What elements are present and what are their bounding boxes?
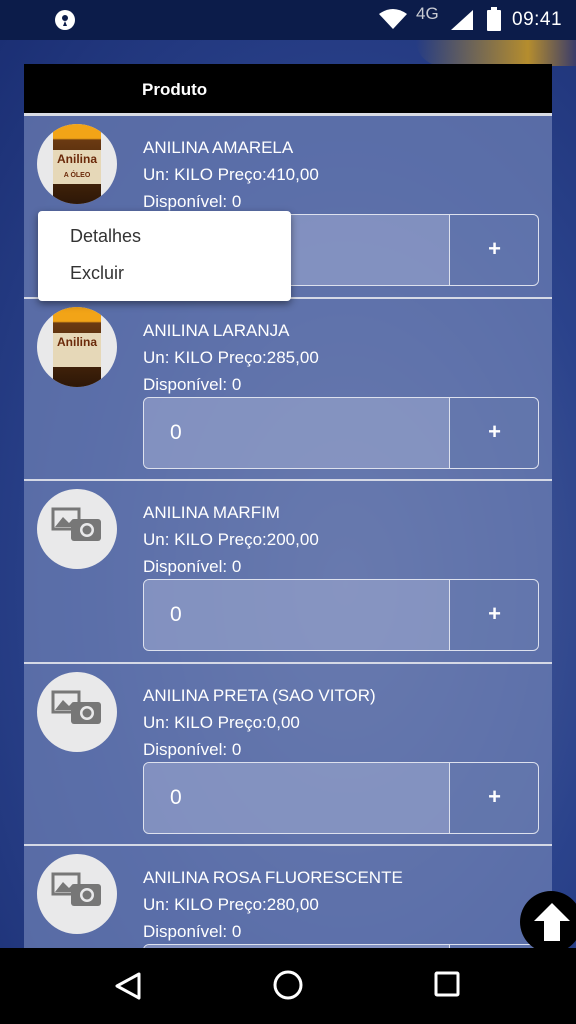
- wifi-icon: [379, 9, 407, 29]
- no-image-icon: [51, 690, 101, 724]
- product-list[interactable]: Produto Anilina A ÓLEO ANILINA AMARELA U…: [24, 64, 552, 948]
- menu-item-excluir[interactable]: Excluir: [38, 255, 291, 292]
- product-name: ANILINA PRETA (SAO VITOR): [143, 685, 376, 705]
- quantity-control: 0 +: [143, 761, 539, 834]
- product-unit-price: Un: KILO Preço:0,00: [143, 712, 300, 732]
- product-image[interactable]: [37, 854, 117, 934]
- add-button[interactable]: +: [449, 215, 538, 285]
- clock: 09:41: [512, 9, 563, 30]
- quantity-control: 0 +: [143, 396, 539, 469]
- background-swoosh: [416, 40, 576, 66]
- list-header: Produto: [24, 64, 552, 116]
- quantity-input[interactable]: 0: [144, 580, 449, 650]
- quantity-input[interactable]: 0: [144, 397, 449, 468]
- product-info: ANILINA ROSA FLUORESCENTE Un: KILO Preço…: [143, 864, 403, 945]
- product-info: ANILINA MARFIM Un: KILO Preço:200,00 Dis…: [143, 499, 319, 580]
- product-unit-price: Un: KILO Preço:280,00: [143, 895, 319, 914]
- product-image[interactable]: [37, 671, 117, 752]
- scroll-top-button[interactable]: [520, 891, 576, 953]
- add-button[interactable]: +: [449, 397, 538, 468]
- product-available: Disponível: 0: [143, 374, 242, 394]
- product-unit-price: Un: KILO Preço:200,00: [143, 530, 319, 549]
- network-type: 4G: [416, 4, 439, 23]
- jar-photo: Anilina: [53, 306, 101, 387]
- menu-item-detalhes[interactable]: Detalhes: [38, 218, 291, 255]
- product-info: ANILINA LARANJA Un: KILO Preço:285,00 Di…: [143, 317, 319, 398]
- product-name: ANILINA LARANJA: [143, 320, 290, 340]
- arrow-up-icon: [534, 903, 570, 941]
- product-name: ANILINA MARFIM: [143, 503, 280, 522]
- product-available: Disponível: 0: [143, 557, 242, 576]
- product-available: Disponível: 0: [143, 739, 242, 759]
- product-unit-price: Un: KILO Preço:285,00: [143, 347, 319, 367]
- product-unit-price: Un: KILO Preço:410,00: [143, 165, 319, 184]
- jar-label: Anilina A ÓLEO: [53, 150, 101, 184]
- product-row[interactable]: ANILINA ROSA FLUORESCENTE Un: KILO Preço…: [24, 846, 552, 948]
- jar-photo: Anilina A ÓLEO: [53, 124, 101, 204]
- context-menu: Detalhes Excluir: [38, 211, 291, 301]
- location-icon: [55, 10, 75, 30]
- home-icon[interactable]: [272, 969, 304, 1001]
- cell-signal-icon: [451, 10, 473, 30]
- status-bar: 4G 09:41: [0, 0, 576, 40]
- quantity-input[interactable]: 0: [144, 762, 449, 833]
- no-image-icon: [51, 507, 101, 541]
- back-icon[interactable]: [114, 971, 142, 1001]
- product-name: ANILINA ROSA FLUORESCENTE: [143, 868, 403, 887]
- add-button[interactable]: +: [449, 762, 538, 833]
- product-image[interactable]: Anilina A ÓLEO: [37, 124, 117, 204]
- add-button[interactable]: +: [449, 580, 538, 650]
- battery-icon: [487, 7, 501, 31]
- navigation-bar: [0, 948, 576, 1024]
- quantity-control: 0 +: [143, 579, 539, 651]
- product-info: ANILINA AMARELA Un: KILO Preço:410,00 Di…: [143, 134, 319, 215]
- product-info: ANILINA PRETA (SAO VITOR) Un: KILO Preço…: [143, 682, 376, 763]
- no-image-icon: [51, 872, 101, 906]
- product-image[interactable]: [37, 489, 117, 569]
- product-image[interactable]: Anilina: [37, 306, 117, 387]
- column-header-produto: Produto: [142, 80, 208, 99]
- recent-apps-icon[interactable]: [433, 970, 461, 998]
- product-row[interactable]: ANILINA MARFIM Un: KILO Preço:200,00 Dis…: [24, 481, 552, 664]
- product-row[interactable]: Anilina ANILINA LARANJA Un: KILO Preço:2…: [24, 299, 552, 481]
- product-name: ANILINA AMARELA: [143, 138, 294, 157]
- product-row[interactable]: ANILINA PRETA (SAO VITOR) Un: KILO Preço…: [24, 664, 552, 846]
- jar-label: Anilina: [53, 332, 101, 367]
- product-available: Disponível: 0: [143, 922, 242, 941]
